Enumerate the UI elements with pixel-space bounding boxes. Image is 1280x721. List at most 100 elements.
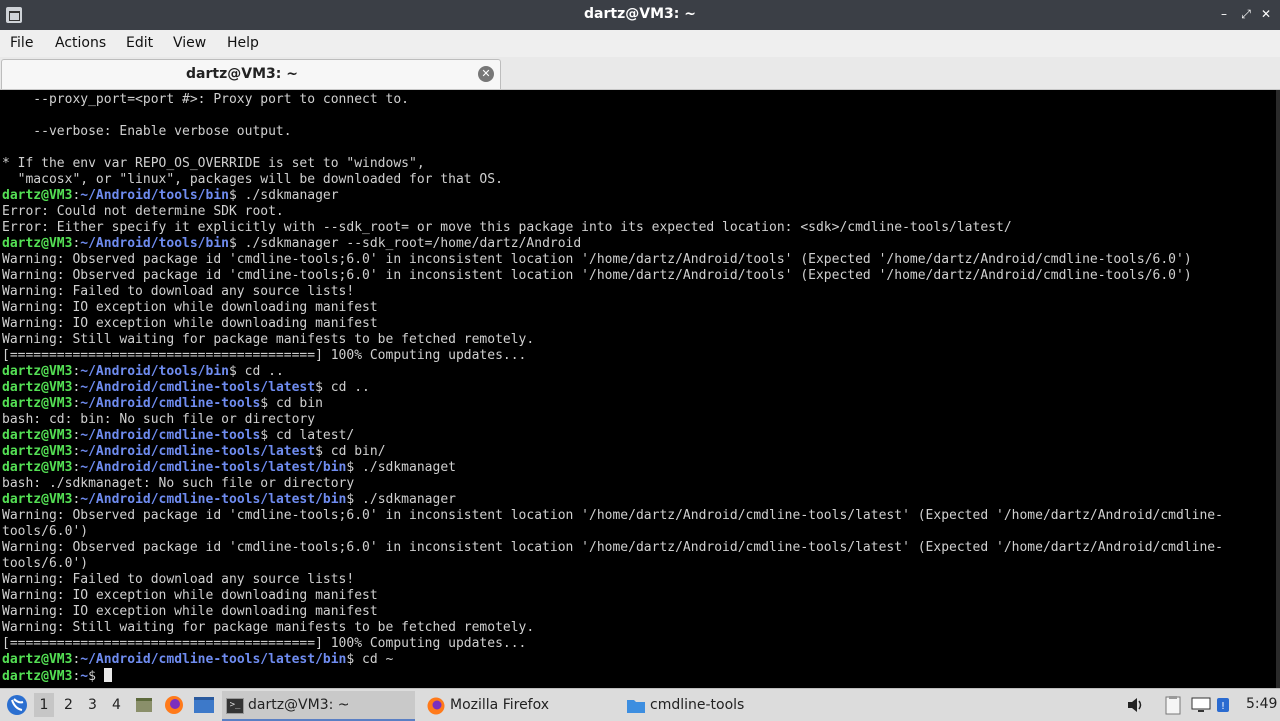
folder-icon — [627, 700, 645, 713]
prompt-user: dartz@VM3 — [2, 188, 73, 203]
menu-actions[interactable]: Actions — [55, 35, 106, 51]
menu-bar: File Actions Edit View Help — [0, 30, 1280, 57]
menu-file[interactable]: File — [10, 35, 33, 51]
prompt-command: ./sdkmanager --sdk_root=/home/dartz/Andr… — [244, 236, 582, 251]
prompt-user: dartz@VM3 — [2, 428, 73, 443]
prompt-command: cd latest/ — [275, 428, 355, 443]
clipboard-icon[interactable] — [1164, 695, 1182, 715]
terminal-line: bash: cd: bin: No such file or directory — [2, 412, 316, 427]
terminal-line: Warning: IO exception while downloading … — [2, 588, 378, 603]
tab-close-icon[interactable]: ✕ — [478, 66, 494, 82]
prompt-command: cd bin — [275, 396, 323, 411]
prompt-command: ./sdkmanager — [244, 188, 339, 203]
task-firefox[interactable]: Mozilla Firefox — [424, 691, 614, 719]
terminal-line: Warning: Observed package id 'cmdline-to… — [2, 252, 1192, 267]
prompt-command: cd .. — [330, 380, 370, 395]
prompt-user: dartz@VM3 — [2, 460, 73, 475]
workspace-2[interactable]: 2 — [64, 697, 73, 713]
terminal-line: --verbose: Enable verbose output. — [2, 124, 292, 139]
task-terminal[interactable]: >_ dartz@VM3: ~ — [222, 691, 415, 721]
show-desktop-icon[interactable] — [134, 695, 154, 715]
prompt-path: ~ — [80, 669, 89, 684]
maximize-button[interactable]: ⤢ — [1238, 6, 1254, 22]
prompt-path: ~/Android/cmdline-tools — [80, 396, 261, 411]
terminal-line: Warning: Still waiting for package manif… — [2, 332, 535, 347]
terminal-prompt-line: dartz@VM3:~/Android/cmdline-tools/latest… — [2, 444, 386, 459]
network-icon[interactable] — [1190, 695, 1212, 715]
terminal-line: * If the env var REPO_OS_OVERRIDE is set… — [2, 156, 425, 171]
prompt-path: ~/Android/cmdline-tools/latest — [80, 444, 316, 459]
firefox-launcher-icon[interactable] — [163, 694, 185, 716]
terminal-icon: >_ — [226, 698, 244, 714]
terminal-prompt-line: dartz@VM3:~/Android/tools/bin$ ./sdkmana… — [2, 236, 582, 251]
window-titlebar[interactable]: dartz@VM3: ~ – ⤢ ✕ — [0, 0, 1280, 30]
terminal-line: tools/6.0') — [2, 524, 89, 539]
svg-text:!: ! — [1221, 701, 1225, 712]
terminal-line: Warning: Observed package id 'cmdline-to… — [2, 268, 1192, 283]
tab-label: dartz@VM3: ~ — [186, 66, 298, 82]
terminal-line: Warning: Observed package id 'cmdline-to… — [2, 508, 1223, 523]
minimize-button[interactable]: – — [1216, 6, 1232, 22]
prompt-path: ~/Android/tools/bin — [80, 364, 229, 379]
prompt-path: ~/Android/cmdline-tools/latest — [80, 380, 316, 395]
terminal-line: Warning: Failed to download any source l… — [2, 284, 355, 299]
prompt-command: ./sdkmanager — [362, 492, 456, 507]
prompt-user: dartz@VM3 — [2, 396, 73, 411]
workspace-1[interactable]: 1 — [34, 693, 54, 717]
terminal-line: Warning: Still waiting for package manif… — [2, 620, 535, 635]
notification-icon[interactable]: ! — [1216, 697, 1230, 713]
terminal-prompt-line: dartz@VM3:~/Android/cmdline-tools$ cd bi… — [2, 396, 323, 411]
prompt-command: cd bin/ — [330, 444, 386, 459]
terminal-prompt-line: dartz@VM3:~/Android/cmdline-tools/latest… — [2, 652, 394, 667]
volume-icon[interactable] — [1126, 696, 1146, 714]
clock[interactable]: 5:49 — [1246, 696, 1277, 712]
menu-help[interactable]: Help — [227, 35, 259, 51]
menu-view[interactable]: View — [173, 35, 206, 51]
window-title: dartz@VM3: ~ — [584, 6, 696, 22]
prompt-command: ./sdkmanaget — [362, 460, 456, 475]
tab-terminal[interactable]: dartz@VM3: ~ ✕ — [1, 59, 501, 89]
task-file-manager[interactable]: cmdline-tools — [624, 691, 814, 719]
terminal-line: Warning: IO exception while downloading … — [2, 604, 378, 619]
prompt-user: dartz@VM3 — [2, 364, 73, 379]
prompt-user: dartz@VM3 — [2, 236, 73, 251]
taskbar: 1 2 3 4 >_ dartz@VM3: ~ Mozilla Firefox … — [0, 688, 1280, 721]
workspace-3[interactable]: 3 — [88, 697, 97, 713]
terminal-line: Warning: Observed package id 'cmdline-to… — [2, 540, 1223, 555]
task-label: dartz@VM3: ~ — [248, 697, 350, 713]
prompt-path: ~/Android/tools/bin — [80, 188, 229, 203]
task-label: cmdline-tools — [650, 697, 745, 713]
terminal-line: [=======================================… — [2, 348, 527, 363]
terminal-prompt-line: dartz@VM3:~/Android/cmdline-tools/latest… — [2, 492, 456, 507]
terminal-output: --proxy_port=<port #>: Proxy port to con… — [2, 92, 1223, 685]
prompt-command: cd .. — [244, 364, 284, 379]
terminal-line: Warning: Failed to download any source l… — [2, 572, 355, 587]
terminal-prompt-line: dartz@VM3:~/Android/cmdline-tools$ cd la… — [2, 428, 355, 443]
terminal-prompt-line: dartz@VM3:~/Android/cmdline-tools/latest… — [2, 380, 370, 395]
prompt-user: dartz@VM3 — [2, 444, 73, 459]
prompt-user: dartz@VM3 — [2, 652, 73, 667]
terminal-line: Error: Either specify it explicitly with… — [2, 220, 1012, 235]
terminal-line: tools/6.0') — [2, 556, 89, 571]
terminal-line: Error: Could not determine SDK root. — [2, 204, 284, 219]
terminal-cursor — [103, 668, 112, 682]
terminal-line: bash: ./sdkmanaget: No such file or dire… — [2, 476, 355, 491]
terminal-prompt-line: dartz@VM3:~/Android/tools/bin$ ./sdkmana… — [2, 188, 339, 203]
prompt-user: dartz@VM3 — [2, 380, 73, 395]
close-button[interactable]: ✕ — [1258, 6, 1274, 22]
terminal-line: Warning: IO exception while downloading … — [2, 316, 378, 331]
terminal-prompt-line: dartz@VM3:~/Android/tools/bin$ cd .. — [2, 364, 284, 379]
tab-strip: dartz@VM3: ~ ✕ — [0, 57, 1280, 90]
terminal-prompt-line: dartz@VM3:~$ — [2, 668, 1223, 685]
terminal-line: --proxy_port=<port #>: Proxy port to con… — [2, 92, 409, 107]
prompt-path: ~/Android/cmdline-tools — [80, 428, 261, 443]
file-manager-launcher-icon[interactable] — [193, 695, 215, 715]
prompt-path: ~/Android/cmdline-tools/latest/bin — [80, 652, 347, 667]
terminal-area[interactable]: --proxy_port=<port #>: Proxy port to con… — [0, 90, 1280, 688]
menu-edit[interactable]: Edit — [126, 35, 153, 51]
workspace-4[interactable]: 4 — [112, 697, 121, 713]
start-menu-icon[interactable] — [5, 693, 29, 717]
firefox-icon — [427, 697, 445, 715]
